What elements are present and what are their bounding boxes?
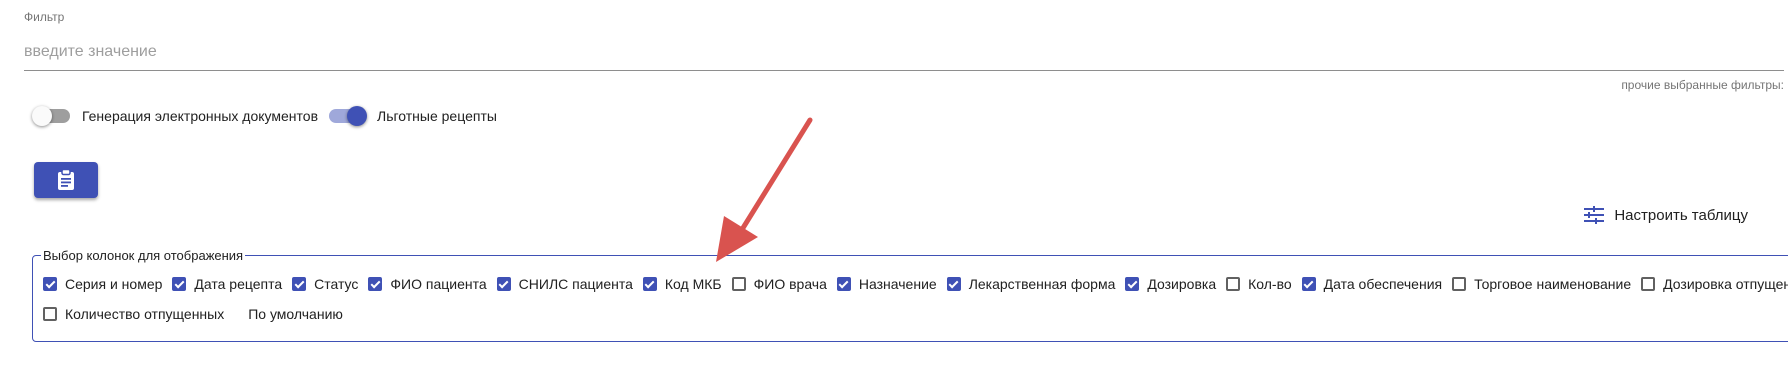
preferential-recipes-toggle-label: Льготные рецепты (377, 108, 497, 124)
e-documents-toggle[interactable] (32, 106, 70, 126)
column-option[interactable]: Дата рецепта (172, 276, 282, 292)
checkbox-unchecked[interactable] (731, 277, 746, 291)
checkbox-checked[interactable] (292, 277, 307, 291)
toggle-knob (32, 106, 52, 126)
column-option[interactable]: Серия и номер (43, 276, 162, 292)
column-option-label: ФИО врача (753, 276, 827, 292)
clipboard-icon (58, 169, 74, 190)
column-row: Серия и номер Дата рецепта Статус ФИО пацие… (43, 269, 1788, 299)
column-option[interactable]: Количество отпущенных (43, 306, 224, 322)
default-columns-button[interactable]: По умолчанию (248, 306, 343, 322)
column-option-label: Код МКБ (664, 276, 722, 292)
column-option-label: СНИЛС пациента (518, 276, 633, 292)
column-row: Количество отпущенных По умолчанию (43, 299, 1788, 329)
column-option[interactable]: Назначение (836, 276, 937, 292)
checkbox-unchecked[interactable] (43, 307, 57, 321)
column-option[interactable]: Код МКБ (642, 276, 722, 292)
checkbox-unchecked[interactable] (1452, 277, 1467, 291)
checkbox-checked[interactable] (642, 277, 657, 291)
checkbox-checked[interactable] (1125, 277, 1140, 291)
column-option[interactable]: Торговое наименование (1452, 276, 1631, 292)
column-option-label: Торговое наименование (1474, 276, 1632, 292)
checkbox-checked[interactable] (43, 277, 57, 291)
checkbox-unchecked[interactable] (1226, 277, 1241, 291)
column-option[interactable]: Лекарственная форма (946, 276, 1116, 292)
checkbox-unchecked[interactable] (1641, 277, 1656, 291)
tune-icon (1584, 206, 1605, 224)
column-option[interactable]: ФИО пациента (368, 276, 487, 292)
column-option-label: Кол-во (1248, 276, 1292, 292)
e-documents-toggle-label: Генерация электронных документов (82, 108, 319, 124)
checkbox-checked[interactable] (172, 277, 187, 291)
column-option-label: Статус (314, 276, 359, 292)
configure-table-label: Настроить таблицу (1614, 206, 1748, 224)
column-option[interactable]: Кол-во (1226, 276, 1292, 292)
checkbox-checked[interactable] (496, 277, 511, 291)
column-option[interactable]: Статус (292, 276, 358, 292)
column-option-label: Серия и номер (65, 276, 163, 292)
column-option-label: Дата обеспечения (1323, 276, 1443, 292)
toggle-row-e-documents: Генерация электронных документов (32, 106, 319, 126)
filter-label: Фильтр (24, 10, 65, 24)
toggle-knob (347, 106, 367, 126)
checkbox-checked[interactable] (946, 277, 961, 291)
column-option-label: Назначение (858, 276, 937, 292)
preferential-recipes-toggle[interactable] (329, 106, 367, 126)
column-selection-group: Выбор колонок для отображения Серия и но… (32, 248, 1788, 342)
column-option-label: Лекарственная форма (968, 276, 1116, 292)
column-option[interactable]: ФИО врача (731, 276, 827, 292)
checkbox-checked[interactable] (836, 277, 851, 291)
column-option[interactable]: Дозировка отпущенных (1641, 276, 1788, 292)
filter-input[interactable] (24, 34, 1784, 71)
column-option[interactable]: СНИЛС пациента (496, 276, 633, 292)
column-option[interactable]: Дата обеспечения (1301, 276, 1443, 292)
other-filters-label: прочие выбранные фильтры: (1621, 78, 1784, 92)
column-option-label: Дозировка (1147, 276, 1217, 292)
toggle-row-preferential: Льготные рецепты (329, 106, 497, 126)
column-option-label: Дозировка отпущенных (1663, 276, 1788, 292)
column-option[interactable]: Дозировка (1125, 276, 1216, 292)
checkbox-checked[interactable] (1301, 277, 1316, 291)
configure-table-button[interactable]: Настроить таблицу (1584, 206, 1748, 224)
column-selection-legend: Выбор колонок для отображения (43, 248, 244, 263)
column-option-label: Количество отпущенных (65, 306, 225, 322)
clipboard-button[interactable] (34, 162, 98, 198)
column-option-label: Дата рецепта (194, 276, 283, 292)
checkbox-checked[interactable] (368, 277, 383, 291)
column-option-label: ФИО пациента (390, 276, 487, 292)
